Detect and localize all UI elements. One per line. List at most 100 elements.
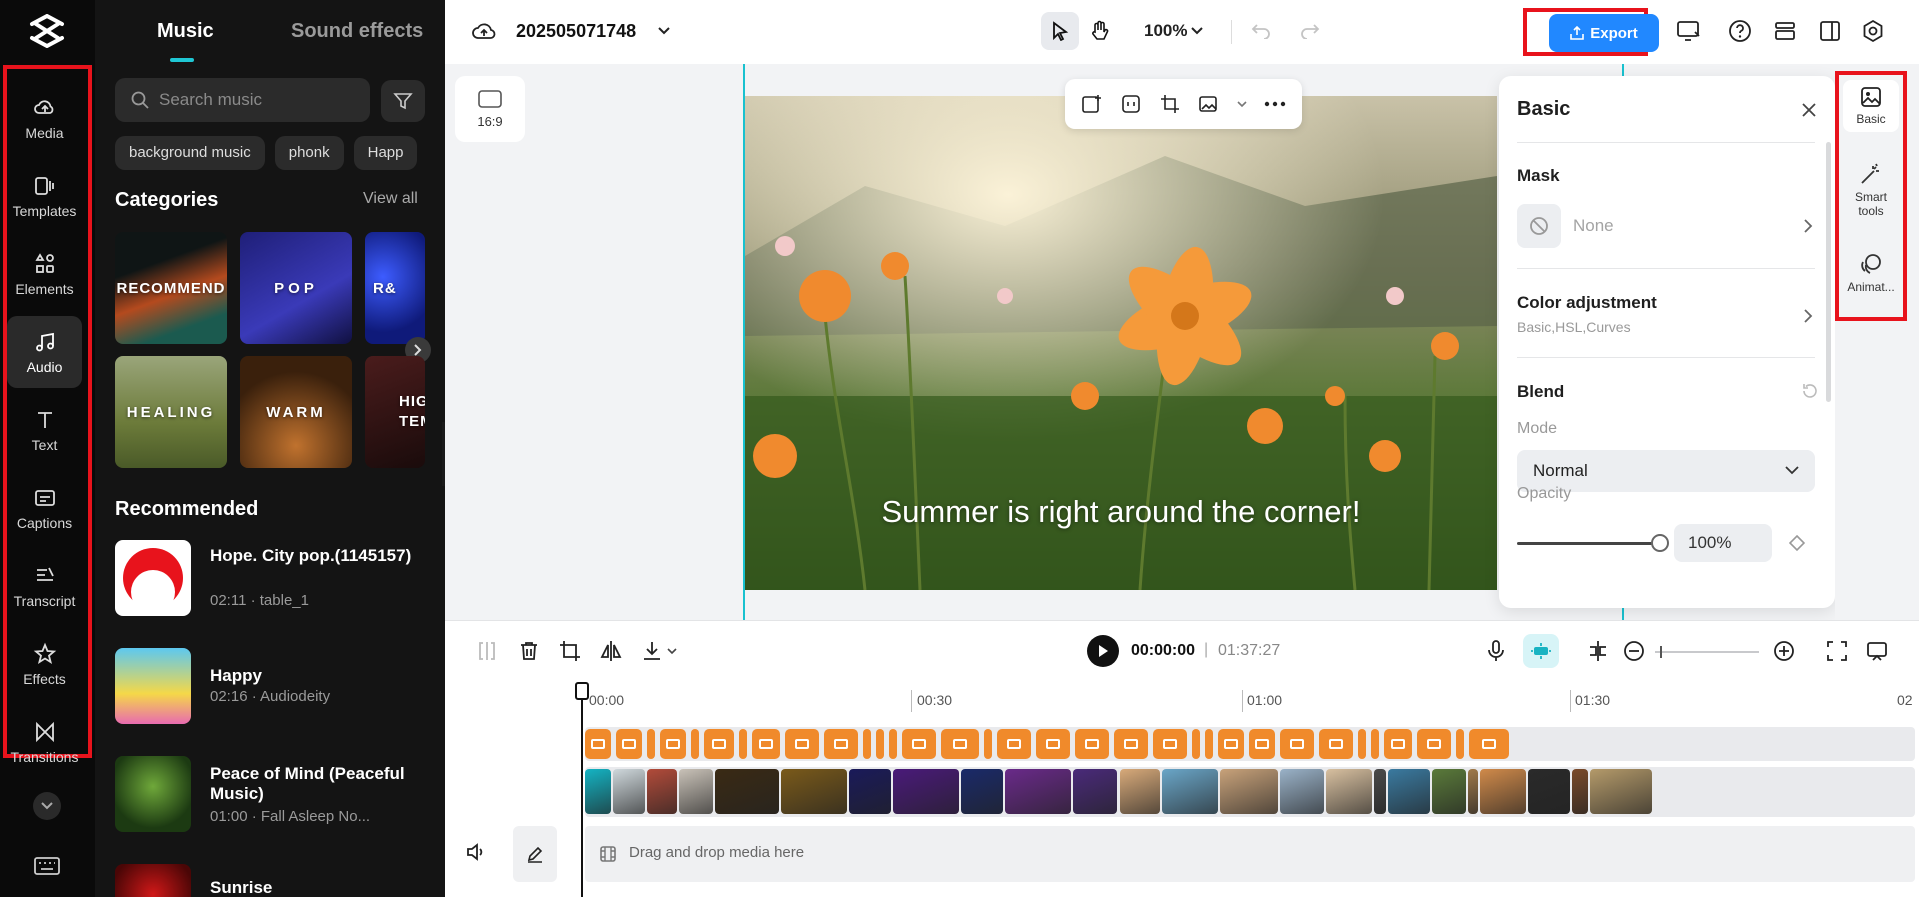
playhead-handle[interactable] — [575, 682, 589, 700]
video-clip[interactable] — [1468, 769, 1478, 814]
mute-track-button[interactable] — [465, 842, 487, 867]
caption-clip[interactable] — [1358, 729, 1366, 759]
search-input[interactable] — [159, 90, 349, 110]
video-clip[interactable] — [849, 769, 891, 814]
caption-clip[interactable] — [997, 729, 1031, 759]
magnet-snap-button[interactable] — [1523, 634, 1559, 668]
chevron-down-icon[interactable] — [1237, 100, 1247, 108]
close-icon[interactable] — [1799, 100, 1819, 120]
export-button[interactable]: Export — [1549, 14, 1659, 52]
caption-clip[interactable] — [824, 729, 858, 759]
video-clip[interactable] — [1388, 769, 1430, 814]
delete-icon[interactable] — [517, 639, 541, 663]
caption-clip[interactable] — [1153, 729, 1187, 759]
zoom-out-icon[interactable] — [1622, 639, 1646, 663]
video-clip[interactable] — [1005, 769, 1071, 814]
video-clip[interactable] — [715, 769, 779, 814]
caption-clip[interactable] — [876, 729, 884, 759]
caption-clip[interactable] — [660, 729, 686, 759]
chip[interactable]: phonk — [274, 136, 344, 170]
caption-clip[interactable] — [941, 729, 979, 759]
select-tool-button[interactable] — [1041, 12, 1079, 50]
caption-clip[interactable] — [1192, 729, 1200, 759]
caption-clip[interactable] — [1218, 729, 1244, 759]
video-clip[interactable] — [781, 769, 847, 814]
more-icon[interactable] — [1264, 101, 1286, 107]
chevron-right-icon[interactable] — [1803, 309, 1813, 323]
layout-icon[interactable] — [1818, 19, 1842, 43]
reset-icon[interactable] — [1801, 382, 1819, 400]
category-card[interactable]: POP — [240, 232, 352, 344]
chip[interactable]: background music — [115, 136, 265, 170]
caption-clip[interactable] — [1384, 729, 1412, 759]
settings-icon[interactable] — [1861, 19, 1885, 43]
project-name[interactable]: 202505071748 — [516, 21, 636, 42]
image-adjust-icon[interactable] — [1198, 93, 1220, 115]
zoom-level[interactable]: 100% — [1144, 21, 1187, 41]
caption-clip[interactable] — [1114, 729, 1148, 759]
caption-clip[interactable] — [1036, 729, 1070, 759]
caption-clip[interactable] — [585, 729, 611, 759]
smart-cutout-icon[interactable] — [1120, 93, 1142, 115]
chip[interactable]: Happ — [353, 136, 418, 170]
caption-clip[interactable] — [785, 729, 819, 759]
video-clip[interactable] — [961, 769, 1003, 814]
caption-clip[interactable] — [752, 729, 780, 759]
sidebar-item-effects[interactable]: Effects — [7, 628, 82, 700]
cloud-sync-icon[interactable] — [472, 20, 496, 42]
video-clip[interactable] — [1480, 769, 1526, 814]
opacity-input[interactable]: 100% — [1674, 524, 1772, 562]
opacity-slider-thumb[interactable] — [1651, 534, 1669, 552]
redo-icon[interactable] — [1300, 21, 1320, 39]
caption-clip[interactable] — [1417, 729, 1451, 759]
track-item[interactable]: Hope. City pop.(1145157) 02:11 · table_1 — [115, 540, 435, 616]
undo-icon[interactable] — [1251, 21, 1271, 39]
edit-track-button[interactable] — [513, 826, 557, 882]
caption-clip[interactable] — [1469, 729, 1509, 759]
video-clip[interactable] — [1326, 769, 1372, 814]
video-clip[interactable] — [1374, 769, 1386, 814]
video-caption[interactable]: Summer is right around the corner! — [745, 494, 1497, 530]
media-drop-zone[interactable]: Drag and drop media here — [585, 826, 1915, 882]
split-screen-icon[interactable] — [1586, 639, 1610, 663]
caption-view-icon[interactable] — [1865, 639, 1889, 663]
sidebar-item-text[interactable]: Text — [7, 394, 82, 466]
download-icon[interactable] — [640, 639, 664, 663]
flip-icon[interactable] — [599, 639, 623, 663]
opacity-slider-track[interactable] — [1517, 542, 1659, 545]
zoom-slider-knob[interactable] — [1660, 646, 1662, 658]
video-clip[interactable] — [613, 769, 645, 814]
video-clip[interactable] — [679, 769, 713, 814]
mask-selector[interactable]: None — [1517, 202, 1815, 250]
hand-tool-button[interactable] — [1081, 12, 1119, 50]
track-item[interactable]: Peace of Mind (Peaceful Music) 01:00 · F… — [115, 756, 435, 832]
caption-clip[interactable] — [902, 729, 936, 759]
help-icon[interactable] — [1728, 19, 1752, 43]
sidebar-item-transcript[interactable]: Transcript — [7, 550, 82, 622]
color-adjustment-label[interactable]: Color adjustment — [1517, 293, 1657, 313]
caption-clip[interactable] — [739, 729, 747, 759]
category-card[interactable]: HEALING — [115, 356, 227, 468]
video-preview[interactable]: Summer is right around the corner! — [745, 96, 1497, 590]
view-all-link[interactable]: View all — [363, 190, 418, 208]
capcut-logo[interactable] — [28, 14, 66, 48]
caption-clip[interactable] — [863, 729, 871, 759]
category-card[interactable]: WARM — [240, 356, 352, 468]
right-rail-smart-tools[interactable]: Smart tools — [1843, 162, 1899, 218]
tab-sound-effects[interactable]: Sound effects — [291, 20, 423, 43]
right-rail-animation[interactable]: Animat... — [1843, 252, 1899, 294]
video-clip[interactable] — [1073, 769, 1117, 814]
sidebar-item-templates[interactable]: Templates — [7, 160, 82, 232]
layers-icon[interactable] — [1773, 19, 1797, 43]
category-card[interactable]: R& — [365, 232, 425, 344]
caption-clip[interactable] — [1249, 729, 1275, 759]
video-clip[interactable] — [647, 769, 677, 814]
caption-clip[interactable] — [704, 729, 734, 759]
crop-icon[interactable] — [1159, 93, 1181, 115]
caption-clip[interactable] — [1371, 729, 1379, 759]
caption-clip[interactable] — [1075, 729, 1109, 759]
sidebar-item-captions[interactable]: Captions — [7, 472, 82, 544]
video-clip[interactable] — [585, 769, 611, 814]
category-card[interactable]: HIG TEM — [365, 356, 425, 468]
video-clip[interactable] — [1432, 769, 1466, 814]
